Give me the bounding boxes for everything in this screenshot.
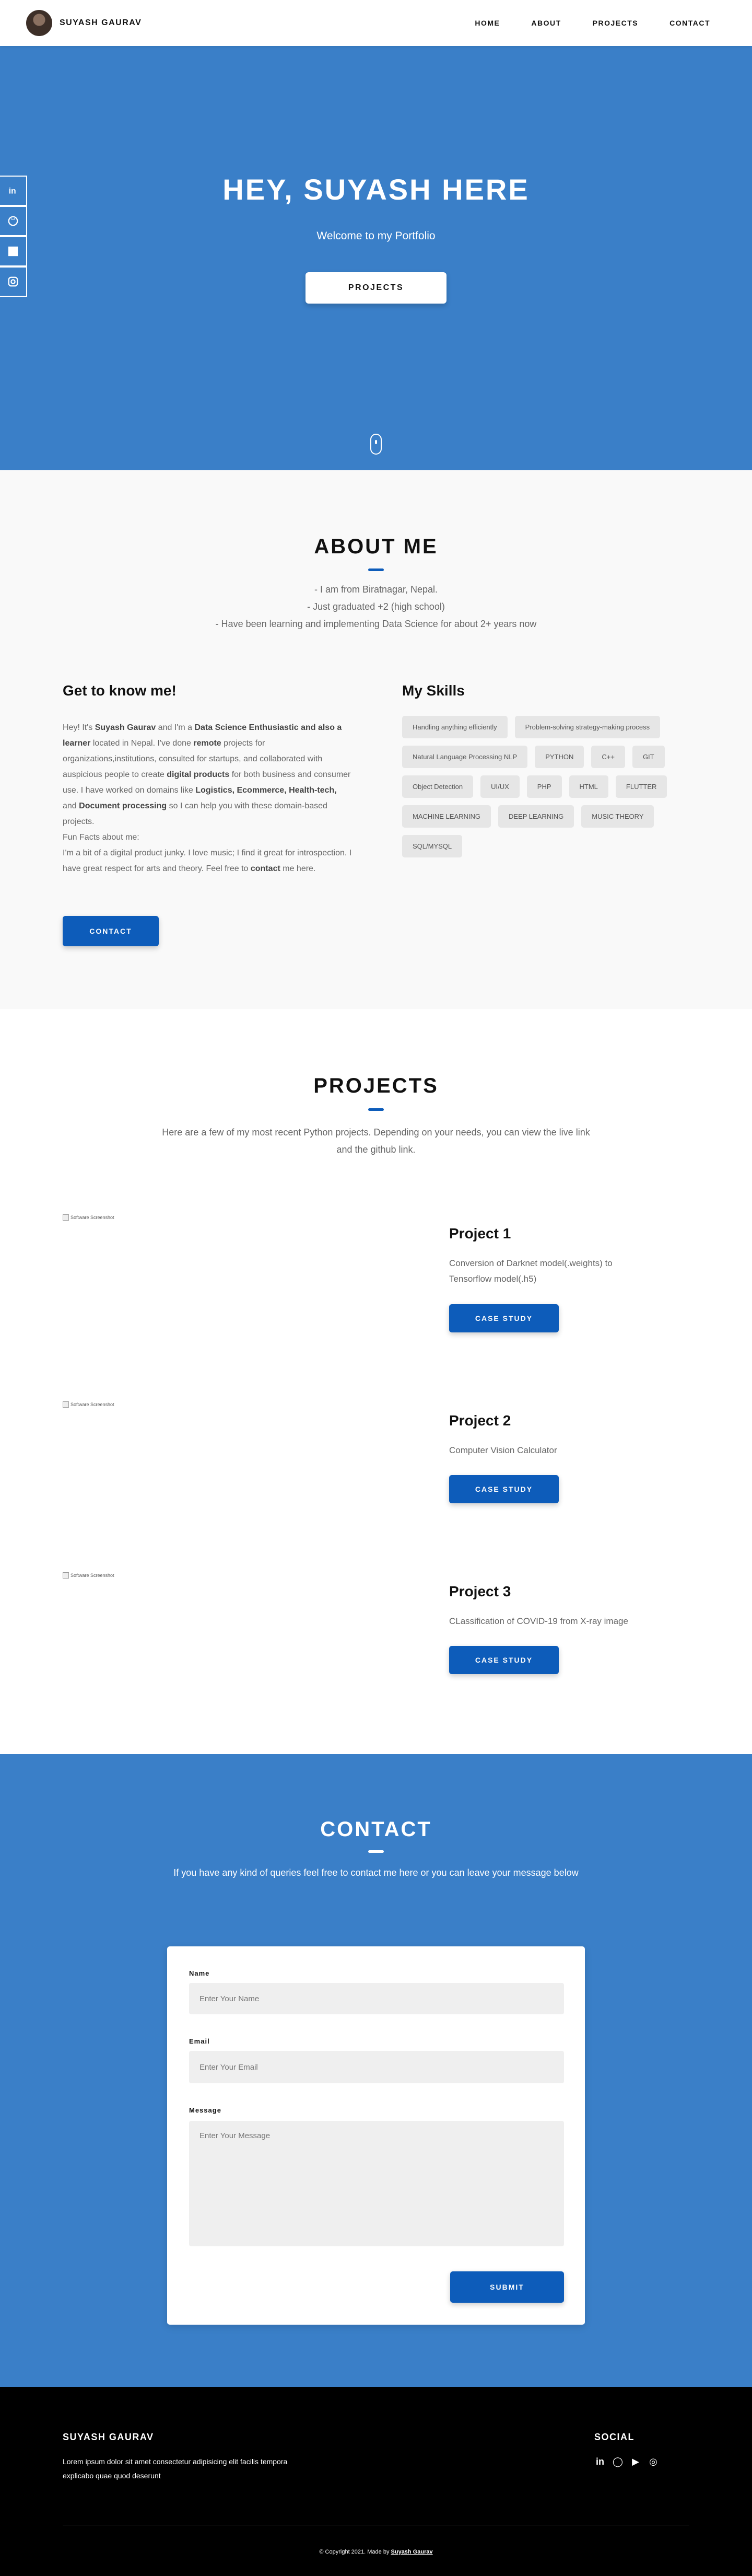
fun-facts-text: I'm a bit of a digital product junky. I … — [63, 849, 352, 873]
skill-tag: UI/UX — [480, 775, 520, 798]
skill-tag: Natural Language Processing NLP — [402, 746, 528, 768]
contact-intro: If you have any kind of queries feel fre… — [173, 1867, 579, 1878]
hero-title: HEY, SUYASH HERE — [222, 173, 530, 206]
hero-subtitle: Welcome to my Portfolio — [316, 230, 436, 242]
site-footer: SUYASH GAURAV Lorem ipsum dolor sit amet… — [0, 2387, 752, 2576]
know-me-text: Hey! It's Suyash Gaurav and I'm a Data S… — [63, 720, 352, 877]
know-me-title: Get to know me! — [63, 682, 177, 699]
intro-line: - Just graduated +2 (high school) — [307, 601, 445, 612]
bio-paragraph: Hey! It's Suyash Gaurav and I'm a Data S… — [63, 723, 351, 826]
about-intro: - I am from Biratnagar, Nepal. - Just gr… — [0, 581, 752, 633]
scroll-mouse-icon[interactable] — [370, 434, 382, 455]
intro-line: - Have been learning and implementing Da… — [215, 619, 537, 629]
skills-title: My Skills — [402, 682, 465, 699]
footer-desc: Lorem ipsum dolor sit amet consectetur a… — [63, 2457, 288, 2480]
brand-name: SUYASH GAURAV — [60, 18, 142, 27]
skill-tag: PHP — [526, 775, 562, 798]
broken-image-icon — [63, 1401, 69, 1408]
skill-tag: MACHINE LEARNING — [402, 805, 491, 828]
broken-image-icon — [63, 1572, 69, 1579]
skill-tag: PYTHON — [535, 746, 584, 768]
skill-tag: DEEP LEARNING — [498, 805, 574, 828]
skill-tag: Handling anything efficiently — [402, 716, 508, 738]
projects-button[interactable]: PROJECTS — [306, 272, 446, 304]
project-title: Project 3 — [449, 1583, 511, 1599]
footer-name: SUYASH GAURAV — [63, 2432, 154, 2442]
fun-facts-title: Fun Facts about me: — [63, 833, 139, 842]
site-header: SUYASH GAURAV HOME ABOUT PROJECTS CONTAC… — [0, 0, 752, 46]
skill-tag: HTML — [569, 775, 608, 798]
contact-form: Name Email Message SUBMIT — [167, 1946, 585, 2325]
skills-list: Handling anything efficiently Problem-so… — [402, 716, 695, 857]
hero-section: in HEY, SUYASH HERE Welcome to my Portfo… — [0, 46, 752, 470]
nav-home[interactable]: HOME — [475, 19, 500, 27]
contact-link[interactable]: contact — [251, 864, 280, 873]
nav-contact[interactable]: CONTACT — [669, 19, 710, 27]
contact-button[interactable]: CONTACT — [63, 916, 159, 946]
project-image: Software Screenshot — [63, 1214, 114, 1221]
brand[interactable]: SUYASH GAURAV — [26, 10, 142, 36]
email-label: Email — [189, 2037, 210, 2045]
projects-intro: Here are a few of my most recent Python … — [162, 1127, 590, 1155]
project-desc: CLassification of COVID-19 from X-ray im… — [449, 1616, 628, 1626]
case-study-button[interactable]: CASE STUDY — [449, 1646, 559, 1674]
name-input[interactable] — [189, 1983, 564, 2014]
title-underline — [368, 1850, 384, 1853]
skill-tag: GIT — [632, 746, 665, 768]
email-input[interactable] — [189, 2051, 564, 2083]
broken-image-icon — [63, 1214, 69, 1221]
name-label: Name — [189, 1969, 210, 1977]
skill-tag: SQL/MYSQL — [402, 835, 463, 857]
footer-social-title: SOCIAL — [594, 2432, 635, 2442]
instagram-icon[interactable]: ◎ — [648, 2456, 659, 2467]
skill-tag: MUSIC THEORY — [581, 805, 654, 828]
skill-tag: Object Detection — [402, 775, 474, 798]
contact-title: CONTACT — [320, 1818, 432, 1841]
project-desc: Computer Vision Calculator — [449, 1445, 557, 1455]
project-desc: Conversion of Darknet model(.weights) to… — [449, 1258, 613, 1284]
nav-about[interactable]: ABOUT — [531, 19, 561, 27]
project-image: Software Screenshot — [63, 1572, 114, 1579]
author-link[interactable]: Suyash Gaurav — [391, 2549, 433, 2555]
message-textarea[interactable] — [189, 2121, 564, 2246]
project-image: Software Screenshot — [63, 1401, 114, 1408]
skill-tag: FLUTTER — [615, 775, 667, 798]
projects-title: PROJECTS — [313, 1074, 439, 1097]
skill-tag: C++ — [591, 746, 625, 768]
projects-section: PROJECTS Here are a few of my most recen… — [0, 1009, 752, 1754]
about-section: ABOUT ME - I am from Biratnagar, Nepal. … — [0, 470, 752, 1009]
project-title: Project 2 — [449, 1412, 511, 1429]
contact-section: CONTACT If you have any kind of queries … — [0, 1754, 752, 2387]
copyright: © Copyright 2021. Made by Suyash Gaurav — [319, 2549, 433, 2555]
submit-button[interactable]: SUBMIT — [450, 2271, 564, 2303]
youtube-icon[interactable]: ▶ — [630, 2456, 641, 2467]
main-nav: HOME ABOUT PROJECTS CONTACT — [475, 19, 710, 27]
github-icon[interactable]: ◯ — [612, 2456, 624, 2467]
intro-line: - I am from Biratnagar, Nepal. — [314, 584, 438, 595]
skill-tag: Problem-solving strategy-making process — [514, 716, 661, 738]
case-study-button[interactable]: CASE STUDY — [449, 1304, 559, 1332]
title-underline — [368, 568, 384, 571]
about-title: ABOUT ME — [314, 535, 438, 558]
title-underline — [368, 1108, 384, 1111]
message-label: Message — [189, 2106, 221, 2114]
footer-social-icons: in ◯ ▶ ◎ — [594, 2456, 659, 2467]
project-title: Project 1 — [449, 1225, 511, 1241]
nav-projects[interactable]: PROJECTS — [593, 19, 638, 27]
instagram-icon[interactable] — [0, 266, 27, 297]
case-study-button[interactable]: CASE STUDY — [449, 1475, 559, 1503]
linkedin-icon[interactable]: in — [594, 2456, 606, 2467]
avatar — [26, 10, 52, 36]
